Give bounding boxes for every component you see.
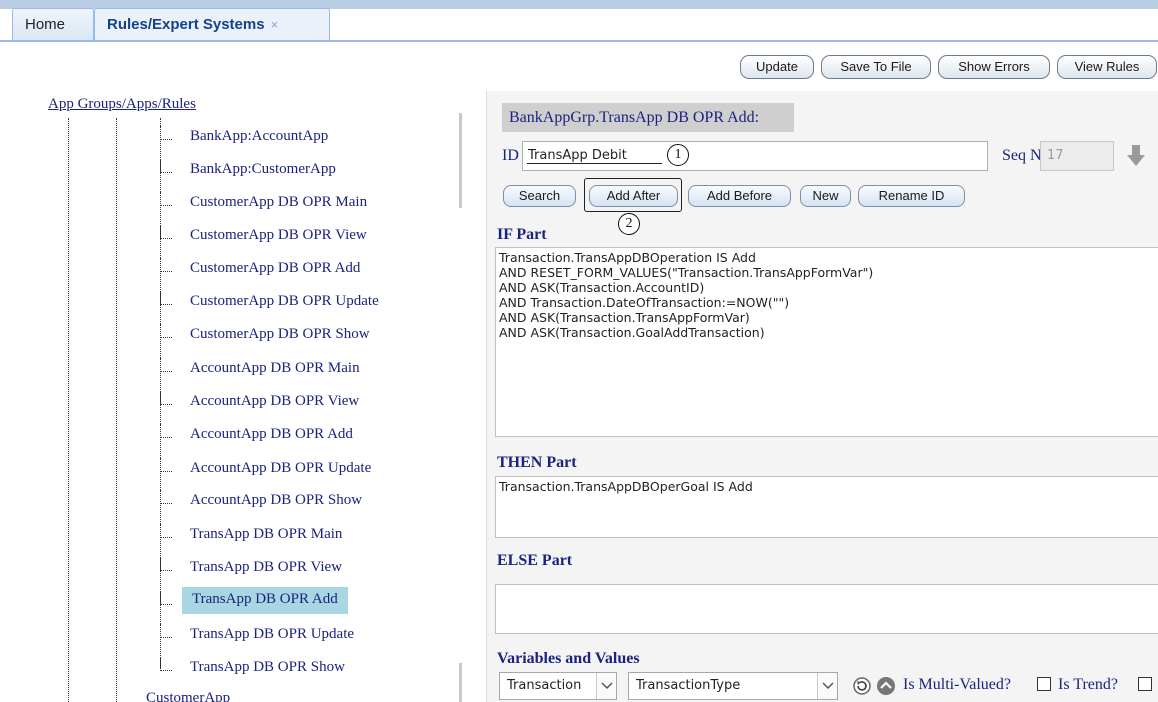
- show-errors-button[interactable]: Show Errors: [938, 55, 1050, 79]
- tree-item-label: TransApp DB OPR Show: [190, 659, 345, 675]
- tree-item-label: CustomerApp DB OPR Show: [190, 326, 370, 342]
- down-arrow-icon[interactable]: [1125, 143, 1147, 169]
- collapse-up-icon[interactable]: [876, 676, 896, 696]
- annotation-marker-1: 1: [667, 144, 689, 166]
- tree-connector: [160, 159, 172, 173]
- annotation-marker-2: 2: [618, 213, 640, 235]
- tree-item-label: AccountApp DB OPR Add: [190, 426, 353, 442]
- then-part-textarea[interactable]: Transaction.TransAppDBOperGoal IS Add: [495, 476, 1158, 538]
- rename-id-button[interactable]: Rename ID: [858, 185, 965, 207]
- variable-select-value: TransactionType: [636, 678, 741, 693]
- refresh-icon[interactable]: [852, 676, 872, 696]
- tree-item-label: TransApp DB OPR Update: [190, 626, 355, 642]
- else-part-textarea[interactable]: [495, 584, 1158, 634]
- dropdown-arrow-icon[interactable]: [817, 673, 837, 699]
- tree-connector: [160, 557, 172, 571]
- save-to-file-button[interactable]: Save To File: [821, 55, 931, 79]
- tree-item-label: AccountApp DB OPR Update: [190, 460, 372, 476]
- tree-item-label: TransApp DB OPR Add: [182, 587, 348, 614]
- tree-connector: [160, 324, 172, 338]
- tab-bar: Home Rules/Expert Systems ×: [0, 0, 1158, 42]
- variable-select[interactable]: TransactionType: [628, 672, 838, 700]
- object-select-value: Transaction: [507, 678, 582, 693]
- tree-connector: [160, 657, 172, 671]
- tree-connector: [160, 291, 172, 305]
- tree-guide-line: [116, 118, 117, 702]
- tab-rules-expert-systems[interactable]: Rules/Expert Systems ×: [94, 8, 330, 41]
- tree-connector: [160, 424, 172, 438]
- tree-connector: [160, 591, 172, 605]
- tree-connector: [160, 192, 172, 206]
- tree-connector: [160, 524, 172, 538]
- tree-connector: [160, 458, 172, 472]
- tab-bar-border: [0, 40, 1158, 42]
- trend-label: Is Trend?: [1058, 676, 1119, 693]
- multi-valued-label: Is Multi-Valued?: [903, 676, 1011, 693]
- id-label: ID: [502, 147, 519, 164]
- dropdown-arrow-icon[interactable]: [596, 673, 616, 699]
- pane-splitter[interactable]: [459, 113, 462, 208]
- tree-item-label: AccountApp DB OPR Main: [190, 360, 360, 376]
- tree-guide-line: [68, 118, 69, 702]
- update-button[interactable]: Update: [740, 55, 814, 79]
- seq-no-input: 17: [1040, 141, 1114, 171]
- rule-title: BankAppGrp.TransApp DB OPR Add:: [502, 103, 794, 132]
- tree-connector: [160, 391, 172, 405]
- tree-connector: [160, 358, 172, 372]
- add-before-button[interactable]: Add Before: [688, 185, 791, 207]
- tab-rules-label: Rules/Expert Systems: [107, 16, 265, 33]
- tree-item-label: AccountApp DB OPR View: [190, 393, 360, 409]
- object-select[interactable]: Transaction: [499, 672, 617, 700]
- tree-item-label: CustomerApp DB OPR View: [190, 227, 367, 243]
- tree-connector: [160, 624, 172, 638]
- tree-item-label: CustomerApp DB OPR Add: [190, 260, 361, 276]
- view-rules-button[interactable]: View Rules: [1057, 55, 1157, 79]
- tree-item-label: CustomerApp DB OPR Update: [190, 293, 379, 309]
- tree-item-label: BankApp:CustomerApp: [190, 161, 336, 177]
- tree-connector: [160, 126, 172, 140]
- tree-root-link[interactable]: App Groups/Apps/Rules: [48, 96, 196, 113]
- multi-valued-checkbox[interactable]: [1037, 677, 1051, 691]
- tree-connector: [160, 258, 172, 272]
- annotation-underline: [527, 163, 662, 164]
- pane-splitter[interactable]: [459, 663, 462, 702]
- tree-connector: [160, 490, 172, 504]
- tree-item-label: BankApp:AccountApp: [190, 128, 329, 144]
- if-part-textarea[interactable]: Transaction.TransAppDBOperation IS Add A…: [495, 247, 1158, 437]
- tree-item-label: TransApp DB OPR View: [190, 559, 343, 575]
- id-input[interactable]: TransApp Debit: [522, 141, 988, 171]
- tree-item-label: TransApp DB OPR Main: [190, 526, 343, 542]
- annotation-highlight-box: [584, 178, 682, 212]
- then-part-heading: THEN Part: [497, 454, 577, 471]
- tab-home-label: Home: [25, 16, 66, 33]
- tree-item-customerapp[interactable]: CustomerApp: [146, 690, 230, 702]
- tree-connector: [160, 225, 172, 239]
- trend-checkbox[interactable]: [1138, 677, 1152, 691]
- search-button[interactable]: Search: [503, 185, 576, 207]
- else-part-heading: ELSE Part: [497, 552, 573, 569]
- variables-heading: Variables and Values: [497, 650, 640, 667]
- tab-home[interactable]: Home: [12, 8, 94, 41]
- if-part-heading: IF Part: [497, 226, 547, 243]
- tree-item-label: AccountApp DB OPR Show: [190, 492, 363, 508]
- new-button[interactable]: New: [800, 185, 851, 207]
- tree-item-label: CustomerApp DB OPR Main: [190, 194, 368, 210]
- tab-close-icon[interactable]: ×: [271, 17, 279, 32]
